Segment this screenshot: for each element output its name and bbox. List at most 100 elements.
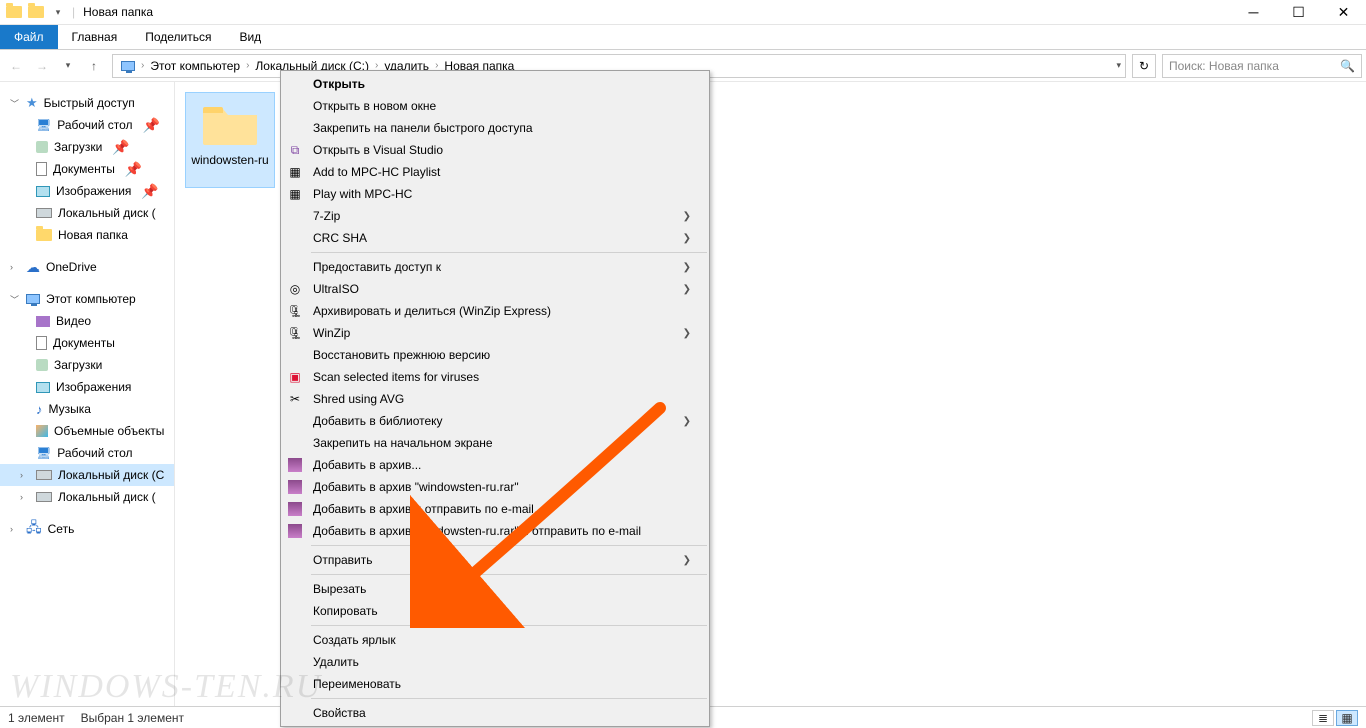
avg-icon: ✂ <box>287 391 303 407</box>
menu-separator <box>311 574 707 575</box>
search-icon: 🔍 <box>1340 59 1355 73</box>
sidebar-pictures-2[interactable]: Изображения <box>0 376 174 398</box>
menu-give-access[interactable]: Предоставить доступ к❯ <box>281 256 709 278</box>
menu-properties[interactable]: Свойства <box>281 702 709 724</box>
menu-create-shortcut[interactable]: Создать ярлык <box>281 629 709 651</box>
menu-archive-email[interactable]: Добавить в архив и отправить по e-mail..… <box>281 498 709 520</box>
sidebar-label: Изображения <box>56 380 131 394</box>
submenu-arrow-icon: ❯ <box>683 328 691 339</box>
nav-recent-dropdown[interactable]: ▾ <box>56 54 80 78</box>
ribbon-tab-share[interactable]: Поделиться <box>131 25 225 49</box>
vs-icon: ⧉ <box>287 142 303 158</box>
maximize-button[interactable]: ☐ <box>1276 0 1321 25</box>
menu-winzip-express[interactable]: 🗜Архивировать и делиться (WinZip Express… <box>281 300 709 322</box>
sidebar-label: OneDrive <box>46 260 97 274</box>
sidebar-localdisk[interactable]: Локальный диск ( <box>0 202 174 224</box>
sidebar-label: Документы <box>53 336 115 350</box>
menu-winzip[interactable]: 🗜WinZip❯ <box>281 322 709 344</box>
menu-7zip[interactable]: 7-Zip❯ <box>281 205 709 227</box>
folder-open-icon <box>28 4 44 20</box>
shield-icon: ▣ <box>287 369 303 385</box>
sidebar-label: Этот компьютер <box>46 292 136 306</box>
context-menu: Открыть Открыть в новом окне Закрепить н… <box>280 70 710 727</box>
close-button[interactable]: ✕ <box>1321 0 1366 25</box>
view-details-button[interactable]: ≣ <box>1312 710 1334 726</box>
menu-send-to[interactable]: Отправить❯ <box>281 549 709 571</box>
ribbon-tab-file[interactable]: Файл <box>0 25 58 49</box>
sidebar-desktop[interactable]: 🖥Рабочий стол📌 <box>0 114 174 136</box>
sidebar-network[interactable]: ›🖧Сеть <box>0 518 174 540</box>
menu-open[interactable]: Открыть <box>281 73 709 95</box>
menu-play-mpc[interactable]: ▦Play with MPC-HC <box>281 183 709 205</box>
menu-cut[interactable]: Вырезать <box>281 578 709 600</box>
folder-label: windowsten-ru <box>191 147 268 167</box>
ribbon-tab-home[interactable]: Главная <box>58 25 132 49</box>
menu-add-archive[interactable]: Добавить в архив... <box>281 454 709 476</box>
menu-separator <box>311 625 707 626</box>
menu-pin-quick-access[interactable]: Закрепить на панели быстрого доступа <box>281 117 709 139</box>
sidebar-downloads[interactable]: Загрузки📌 <box>0 136 174 158</box>
nav-up-button[interactable]: ↑ <box>82 54 106 78</box>
nav-forward-button[interactable]: → <box>30 54 54 78</box>
sidebar-documents[interactable]: Документы📌 <box>0 158 174 180</box>
sidebar-onedrive[interactable]: ›☁OneDrive <box>0 256 174 278</box>
menu-scan-virus[interactable]: ▣Scan selected items for viruses <box>281 366 709 388</box>
sidebar: ﹀★Быстрый доступ 🖥Рабочий стол📌 Загрузки… <box>0 82 175 706</box>
menu-add-rar[interactable]: Добавить в архив "windowsten-ru.rar" <box>281 476 709 498</box>
sidebar-desktop-2[interactable]: 🖥Рабочий стол <box>0 442 174 464</box>
submenu-arrow-icon: ❯ <box>683 211 691 222</box>
sidebar-3dobjects[interactable]: Объемные объекты <box>0 420 174 442</box>
menu-shred-avg[interactable]: ✂Shred using AVG <box>281 388 709 410</box>
folder-icon <box>201 99 259 147</box>
sidebar-music[interactable]: ♪Музыка <box>0 398 174 420</box>
nav-back-button[interactable]: ← <box>4 54 28 78</box>
sidebar-localdisk-d[interactable]: ›Локальный диск ( <box>0 486 174 508</box>
sidebar-pictures[interactable]: Изображения📌 <box>0 180 174 202</box>
pc-icon <box>117 61 139 71</box>
view-large-icons-button[interactable]: ▦ <box>1336 710 1358 726</box>
winrar-icon <box>287 479 303 495</box>
refresh-button[interactable]: ↻ <box>1132 54 1156 78</box>
folder-icon <box>6 4 22 20</box>
menu-restore-previous[interactable]: Восстановить прежнюю версию <box>281 344 709 366</box>
sidebar-newfolder[interactable]: Новая папка <box>0 224 174 246</box>
sidebar-localdisk-c[interactable]: ›Локальный диск (C <box>0 464 174 486</box>
window-title: Новая папка <box>75 5 153 19</box>
breadcrumb-dropdown-icon[interactable]: ▾ <box>1116 60 1121 71</box>
menu-add-mpc-playlist[interactable]: ▦Add to MPC-HC Playlist <box>281 161 709 183</box>
sidebar-downloads-2[interactable]: Загрузки <box>0 354 174 376</box>
sidebar-quick-access[interactable]: ﹀★Быстрый доступ <box>0 92 174 114</box>
sidebar-label: Локальный диск ( <box>58 490 156 504</box>
breadcrumb-pc[interactable]: Этот компьютер <box>146 59 244 73</box>
sidebar-label: Видео <box>56 314 91 328</box>
sidebar-thispc[interactable]: ﹀Этот компьютер <box>0 288 174 310</box>
menu-archive-rar-email[interactable]: Добавить в архив "windowsten-ru.rar" и о… <box>281 520 709 542</box>
sidebar-label: Быстрый доступ <box>44 96 135 110</box>
mpc-icon: ▦ <box>287 164 303 180</box>
menu-crc-sha[interactable]: CRC SHA❯ <box>281 227 709 249</box>
menu-pin-start[interactable]: Закрепить на начальном экране <box>281 432 709 454</box>
sidebar-videos[interactable]: Видео <box>0 310 174 332</box>
menu-separator <box>311 698 707 699</box>
menu-open-new-window[interactable]: Открыть в новом окне <box>281 95 709 117</box>
menu-separator <box>311 545 707 546</box>
submenu-arrow-icon: ❯ <box>683 284 691 295</box>
ribbon-tab-view[interactable]: Вид <box>225 25 275 49</box>
sidebar-documents-2[interactable]: Документы <box>0 332 174 354</box>
submenu-arrow-icon: ❯ <box>683 555 691 566</box>
qat-dropdown-icon[interactable]: ▾ <box>50 4 66 20</box>
menu-copy[interactable]: Копировать <box>281 600 709 622</box>
menu-rename[interactable]: Переименовать <box>281 673 709 695</box>
sidebar-label: Загрузки <box>54 358 102 372</box>
menu-separator <box>311 252 707 253</box>
menu-add-library[interactable]: Добавить в библиотеку❯ <box>281 410 709 432</box>
submenu-arrow-icon: ❯ <box>683 233 691 244</box>
folder-item[interactable]: windowsten-ru <box>185 92 275 188</box>
menu-open-visual-studio[interactable]: ⧉Открыть в Visual Studio <box>281 139 709 161</box>
menu-delete[interactable]: Удалить <box>281 651 709 673</box>
winzip-icon: 🗜 <box>287 303 303 319</box>
minimize-button[interactable]: ─ <box>1231 0 1276 25</box>
menu-ultraiso[interactable]: ◎UltraISO❯ <box>281 278 709 300</box>
search-input[interactable]: Поиск: Новая папка 🔍 <box>1162 54 1362 78</box>
mpc-icon: ▦ <box>287 186 303 202</box>
